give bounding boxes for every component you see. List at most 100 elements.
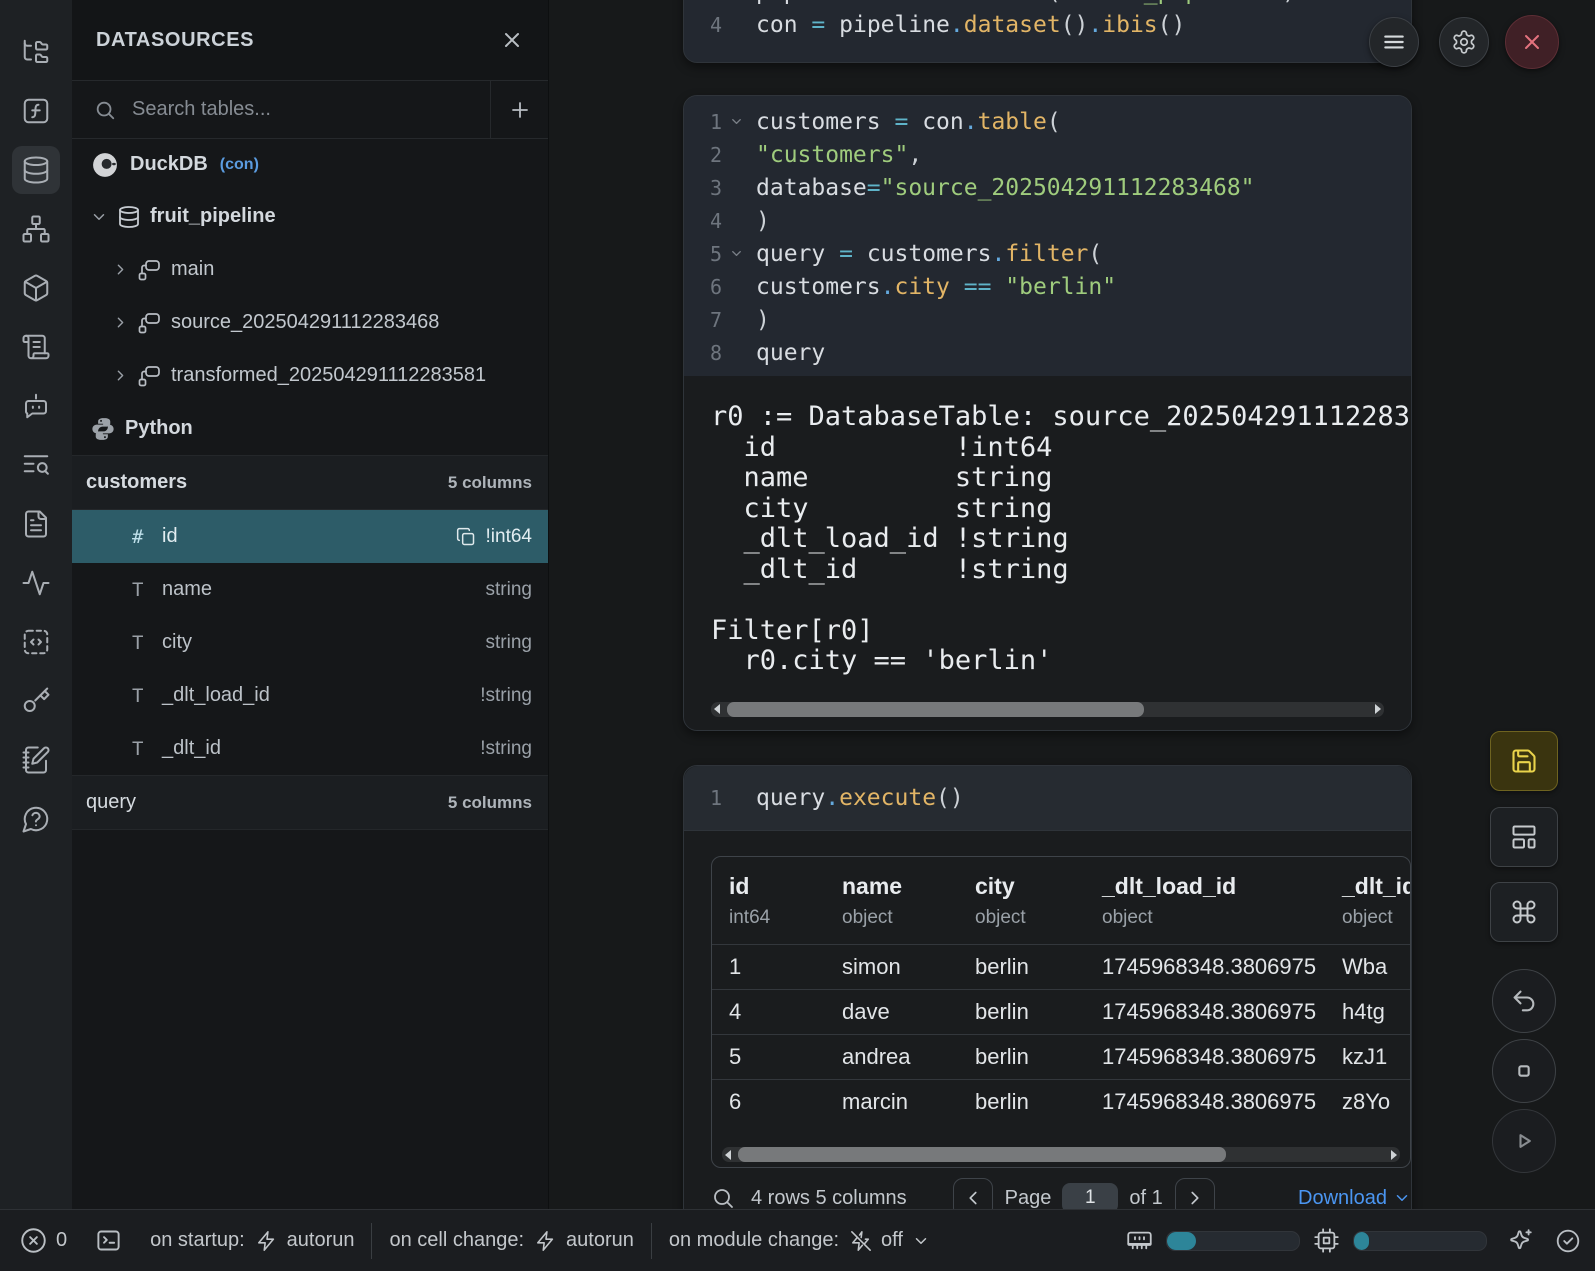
rail-help-circle-icon[interactable] [12, 795, 60, 843]
runtime-setting[interactable]: on cell change:autorun [389, 1229, 633, 1252]
table-name: query [86, 791, 136, 814]
error-indicator[interactable]: 0 [20, 1227, 67, 1254]
rail-list-search-icon[interactable] [12, 441, 60, 489]
search-icon [94, 99, 116, 121]
rail-key-icon[interactable] [12, 677, 60, 725]
column-row-name[interactable]: Tnamestring [72, 563, 548, 616]
code-line-3[interactable]: 3pipeline = dlt.attach("fruit_pipeline") [684, 0, 1411, 8]
code-line-3[interactable]: 3 database="source_202504291112283468" [684, 171, 1411, 204]
chevron-right-icon [112, 314, 129, 331]
code-editor[interactable]: 1customers = con.table(2 "customers",3 d… [684, 96, 1411, 376]
connection-row[interactable]: DuckDB (con) [72, 139, 548, 190]
code-line-1[interactable]: 1customers = con.table( [684, 105, 1411, 138]
scroll-right-arrow[interactable] [1375, 704, 1381, 714]
scroll-left-arrow[interactable] [725, 1150, 731, 1160]
rail-code-square-icon[interactable] [12, 618, 60, 666]
code-text: customers.city == "berlin" [756, 274, 1116, 300]
header-cell-_dlt_load_id[interactable]: _dlt_load_idobject [1085, 873, 1325, 929]
table-row[interactable]: 6marcinberlin1745968348.3806975z8Yo [712, 1079, 1410, 1124]
table-section-query[interactable]: query5 columns [72, 775, 548, 830]
horizontal-scrollbar[interactable] [722, 1147, 1400, 1162]
table-row[interactable]: 1simonberlin1745968348.3806975Wba [712, 944, 1410, 989]
add-datasource-button[interactable] [490, 81, 548, 138]
terminal-button[interactable] [95, 1227, 122, 1254]
search-input[interactable] [130, 97, 454, 122]
run-button[interactable] [1492, 1109, 1556, 1173]
runtime-setting[interactable]: on module change:off [669, 1229, 930, 1252]
code-line-7[interactable]: 7) [684, 303, 1411, 336]
code-line-2[interactable]: 2 "customers", [684, 138, 1411, 171]
table-section-customers[interactable]: customers5 columns [72, 455, 548, 510]
python-icon [90, 416, 116, 442]
tree-item-python[interactable]: Python [72, 402, 548, 455]
code-line-4[interactable]: 4con = pipeline.dataset().ibis() [684, 8, 1411, 41]
table-cell: 6 [712, 1089, 825, 1115]
column-name: id [162, 525, 456, 548]
shutdown-button[interactable] [1505, 15, 1559, 69]
tree-item-schema[interactable]: transformed_202504291112283581 [72, 349, 548, 402]
activity-rail [0, 0, 72, 1209]
sparkles-icon[interactable] [1508, 1228, 1534, 1254]
code-line-6[interactable]: 6 customers.city == "berlin" [684, 270, 1411, 303]
rail-function-square-icon[interactable] [12, 87, 60, 135]
code-cell-setup[interactable]: 3pipeline = dlt.attach("fruit_pipeline")… [683, 0, 1412, 63]
column-row-_dlt_load_id[interactable]: T_dlt_load_id!string [72, 669, 548, 722]
code-cell-execute[interactable]: 1query.execute() idint64nameobjectcityob… [683, 765, 1412, 1235]
fold-chevron-icon[interactable] [729, 114, 744, 129]
stop-button[interactable] [1492, 1039, 1556, 1103]
rail-bot-message-icon[interactable] [12, 382, 60, 430]
rail-folder-tree-icon[interactable] [12, 28, 60, 76]
header-cell-name[interactable]: nameobject [825, 873, 958, 929]
save-button[interactable] [1490, 731, 1558, 791]
undo-button[interactable] [1492, 969, 1556, 1033]
zap-icon [535, 1230, 557, 1252]
rail-scroll-text-icon[interactable] [12, 323, 60, 371]
close-icon[interactable] [500, 28, 524, 52]
scroll-right-arrow[interactable] [1391, 1150, 1397, 1160]
tree-item-database[interactable]: fruit_pipeline [72, 190, 548, 243]
code-line-1[interactable]: 1query.execute() [684, 782, 964, 815]
check-circle-icon[interactable] [1555, 1228, 1581, 1254]
rail-database-icon[interactable] [12, 146, 60, 194]
header-cell-id[interactable]: idint64 [712, 873, 825, 929]
command-palette-button[interactable] [1490, 882, 1558, 942]
settings-button[interactable] [1439, 17, 1489, 67]
download-link[interactable]: Download [1298, 1187, 1411, 1210]
code-editor[interactable]: 1query.execute() [684, 766, 1411, 831]
code-cell-query[interactable]: 1customers = con.table(2 "customers",3 d… [683, 95, 1412, 731]
table-row[interactable]: 4daveberlin1745968348.3806975h4tg [712, 989, 1410, 1034]
column-dtype: string [486, 579, 532, 601]
header-cell-city[interactable]: cityobject [958, 873, 1085, 929]
cell-menu-button[interactable] [1369, 17, 1419, 67]
schema-name: source_202504291112283468 [171, 311, 439, 334]
column-row-_dlt_id[interactable]: T_dlt_id!string [72, 722, 548, 775]
search-box[interactable] [72, 81, 490, 138]
tree-item-schema[interactable]: main [72, 243, 548, 296]
scrollbar-thumb[interactable] [738, 1147, 1226, 1162]
scrollbar-thumb[interactable] [727, 702, 1144, 717]
code-line-4[interactable]: 4) [684, 204, 1411, 237]
code-line-8[interactable]: 8query [684, 336, 1411, 369]
memory-icon [1126, 1227, 1153, 1254]
memory-usage-meter [1166, 1231, 1300, 1251]
code-line-5[interactable]: 5query = customers.filter( [684, 237, 1411, 270]
layout-button[interactable] [1490, 807, 1558, 867]
fold-chevron-icon[interactable] [729, 246, 744, 261]
runtime-setting[interactable]: on startup:autorun [150, 1229, 354, 1252]
rail-network-icon[interactable] [12, 205, 60, 253]
copy-icon[interactable] [456, 527, 476, 547]
table-search-icon[interactable] [711, 1186, 735, 1210]
table-row[interactable]: 5andreaberlin1745968348.3806975kzJ1 [712, 1034, 1410, 1079]
rail-activity-icon[interactable] [12, 559, 60, 607]
rail-file-text-icon[interactable] [12, 500, 60, 548]
tree-item-schema[interactable]: source_202504291112283468 [72, 296, 548, 349]
column-row-city[interactable]: Tcitystring [72, 616, 548, 669]
code-text: con = pipeline.dataset().ibis() [756, 12, 1185, 38]
rail-notebook-pen-icon[interactable] [12, 736, 60, 784]
header-cell-_dlt_id[interactable]: _dlt_idobject [1325, 873, 1410, 929]
horizontal-scrollbar[interactable] [711, 701, 1384, 717]
rail-box-icon[interactable] [12, 264, 60, 312]
scroll-left-arrow[interactable] [714, 704, 720, 714]
column-row-id[interactable]: #id!int64 [72, 510, 548, 563]
column-dtype: !int64 [456, 526, 532, 548]
